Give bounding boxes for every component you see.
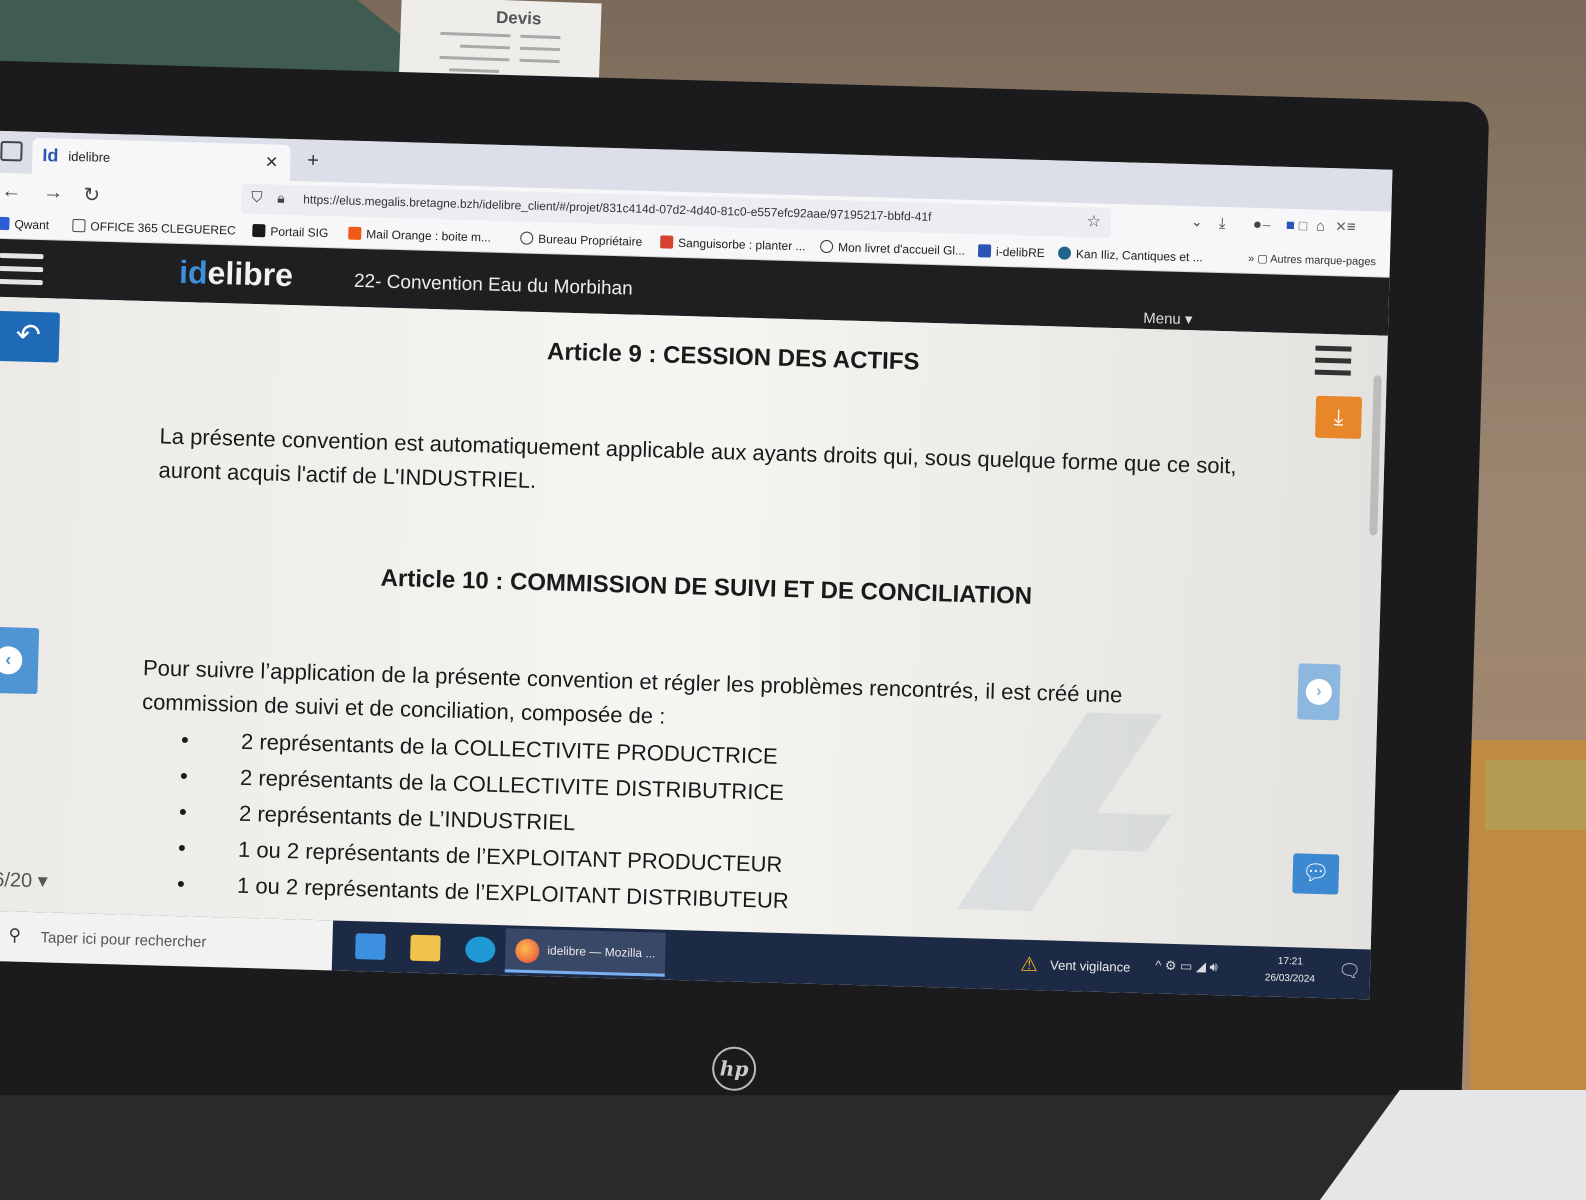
document-viewer: ↶ ⤓ ‹ › 💬︎ 16/20 ▾ Article 9 : CESSION D… bbox=[0, 296, 1388, 950]
notification-icon[interactable]: 🗨︎ bbox=[1338, 961, 1361, 983]
clock[interactable]: 17:21 26/03/2024 bbox=[1265, 953, 1316, 988]
search-icon: ⚲ bbox=[8, 925, 22, 945]
paper-title: Devis bbox=[495, 7, 542, 29]
taskbar-firefox[interactable]: idelibre — Mozilla ... bbox=[504, 928, 666, 977]
extension-icon[interactable]: ● bbox=[1253, 216, 1263, 233]
page-indicator[interactable]: 16/20 ▾ bbox=[0, 867, 48, 894]
chevron-left-icon: ‹ bbox=[0, 645, 23, 675]
laptop-screen: Id idelibre ✕ + ← → ↻ ⛉ 🔒︎ https://elus.… bbox=[0, 130, 1393, 1000]
bookmark-bureau-proprietaire[interactable]: Bureau Propriétaire bbox=[520, 231, 642, 249]
edge-icon[interactable] bbox=[465, 936, 496, 964]
taskbar-search[interactable]: ⚲ Taper ici pour rechercher bbox=[0, 910, 334, 971]
account-icon[interactable]: ■ bbox=[1286, 217, 1296, 234]
bookmark-sanguisorbe[interactable]: Sanguisorbe : planter ... bbox=[660, 235, 806, 253]
qwant-icon bbox=[0, 216, 10, 231]
previous-page-button[interactable]: ‹ bbox=[0, 626, 40, 695]
clock-time: 17:21 bbox=[1277, 955, 1304, 968]
system-tray-icons[interactable]: ^ ⚙ ▭ ◢ 🔊︎ bbox=[1155, 957, 1218, 975]
chevron-down-icon[interactable]: ⌄ bbox=[1191, 213, 1203, 230]
download-button[interactable]: ⤓ bbox=[1314, 395, 1363, 439]
bookmark-portail-sig[interactable]: Portail SIG bbox=[252, 223, 329, 240]
representatives-list: 2 représentants de la COLLECTIVITE PRODU… bbox=[177, 722, 794, 919]
bookmark-livret-accueil[interactable]: Mon livret d'accueil Gl... bbox=[819, 239, 965, 258]
laptop: Id idelibre ✕ + ← → ↻ ⛉ 🔒︎ https://elus.… bbox=[0, 60, 1490, 1153]
file-explorer-icon[interactable] bbox=[410, 934, 441, 962]
idelibre-icon bbox=[977, 244, 992, 258]
mail-icon[interactable] bbox=[355, 933, 386, 960]
document-title: 22- Convention Eau du Morbihan bbox=[353, 270, 634, 300]
menu-dropdown[interactable]: Menu ▾ bbox=[1143, 309, 1193, 328]
portail-sig-icon bbox=[252, 223, 266, 238]
bookmark-idelibre[interactable]: i-delibRE bbox=[977, 244, 1045, 260]
viewer-menu-icon[interactable] bbox=[1314, 345, 1352, 379]
lock-icon[interactable]: 🔒︎ bbox=[277, 190, 285, 207]
hamburger-menu-icon[interactable]: ≡ bbox=[1347, 219, 1356, 236]
article-10-title: Article 10 : COMMISSION DE SUIVI ET DE C… bbox=[380, 564, 1033, 610]
shield-icon[interactable]: ⛉ bbox=[251, 189, 263, 206]
warning-icon[interactable]: ⚠ bbox=[1020, 952, 1039, 977]
close-tab-icon[interactable]: ✕ bbox=[265, 152, 279, 172]
chevron-right-icon: › bbox=[1305, 678, 1333, 706]
back-button[interactable]: ↶ bbox=[0, 310, 60, 363]
bookmark-office365[interactable]: OFFICE 365 CLEGUEREC bbox=[72, 218, 236, 237]
hp-logo: hp bbox=[711, 1046, 757, 1092]
folder-icon bbox=[72, 218, 86, 233]
sanguisorbe-icon bbox=[660, 235, 674, 249]
article-9-title: Article 9 : CESSION DES ACTIFS bbox=[546, 338, 920, 376]
globe-icon bbox=[520, 231, 534, 245]
photo-scene: Devis Id idelibre ✕ + ← → ↻ ⛉ 🔒︎ https:/… bbox=[0, 0, 1586, 1200]
tab-list-icon[interactable] bbox=[0, 140, 23, 162]
weather-text[interactable]: Vent vigilance bbox=[1050, 958, 1131, 975]
idelibre-logo: idelibre bbox=[178, 253, 294, 294]
comment-button[interactable]: 💬︎ bbox=[1292, 853, 1340, 895]
bookmark-star-icon[interactable]: ☆ bbox=[1086, 211, 1101, 231]
bookmark-qwant[interactable]: Qwant bbox=[0, 216, 49, 232]
download-icon[interactable]: ⤓ bbox=[1219, 215, 1226, 232]
article-9-text: La présente convention est automatiqueme… bbox=[158, 423, 1237, 493]
search-placeholder: Taper ici pour rechercher bbox=[40, 929, 207, 951]
forward-arrow-icon[interactable]: → bbox=[43, 181, 64, 205]
scrollbar-thumb[interactable] bbox=[1369, 375, 1382, 536]
bookmark-mail-orange[interactable]: Mail Orange : boite m... bbox=[348, 226, 491, 245]
back-arrow-icon[interactable]: ← bbox=[1, 180, 22, 204]
bookmark-kan-iliz[interactable]: Kan Iliz, Cantiques et ... bbox=[1057, 246, 1203, 264]
firefox-icon bbox=[515, 938, 540, 964]
taskbar-firefox-label: idelibre — Mozilla ... bbox=[547, 943, 656, 961]
other-bookmarks[interactable]: » ▢ Autres marque-pages bbox=[1248, 252, 1376, 269]
reload-icon[interactable]: ↻ bbox=[83, 182, 100, 207]
idelibre-favicon-icon: Id bbox=[42, 145, 59, 166]
wordpress-icon bbox=[1057, 246, 1072, 260]
clock-date: 26/03/2024 bbox=[1264, 972, 1316, 985]
home-icon[interactable]: ⌂ bbox=[1316, 218, 1326, 235]
tab-title: idelibre bbox=[68, 148, 111, 165]
app-menu-icon[interactable] bbox=[0, 252, 44, 288]
desk-object-label bbox=[1485, 760, 1586, 830]
orange-icon bbox=[348, 226, 362, 240]
new-tab-icon[interactable]: + bbox=[307, 149, 319, 172]
next-page-button[interactable]: › bbox=[1297, 663, 1341, 721]
livret-icon bbox=[819, 239, 834, 254]
